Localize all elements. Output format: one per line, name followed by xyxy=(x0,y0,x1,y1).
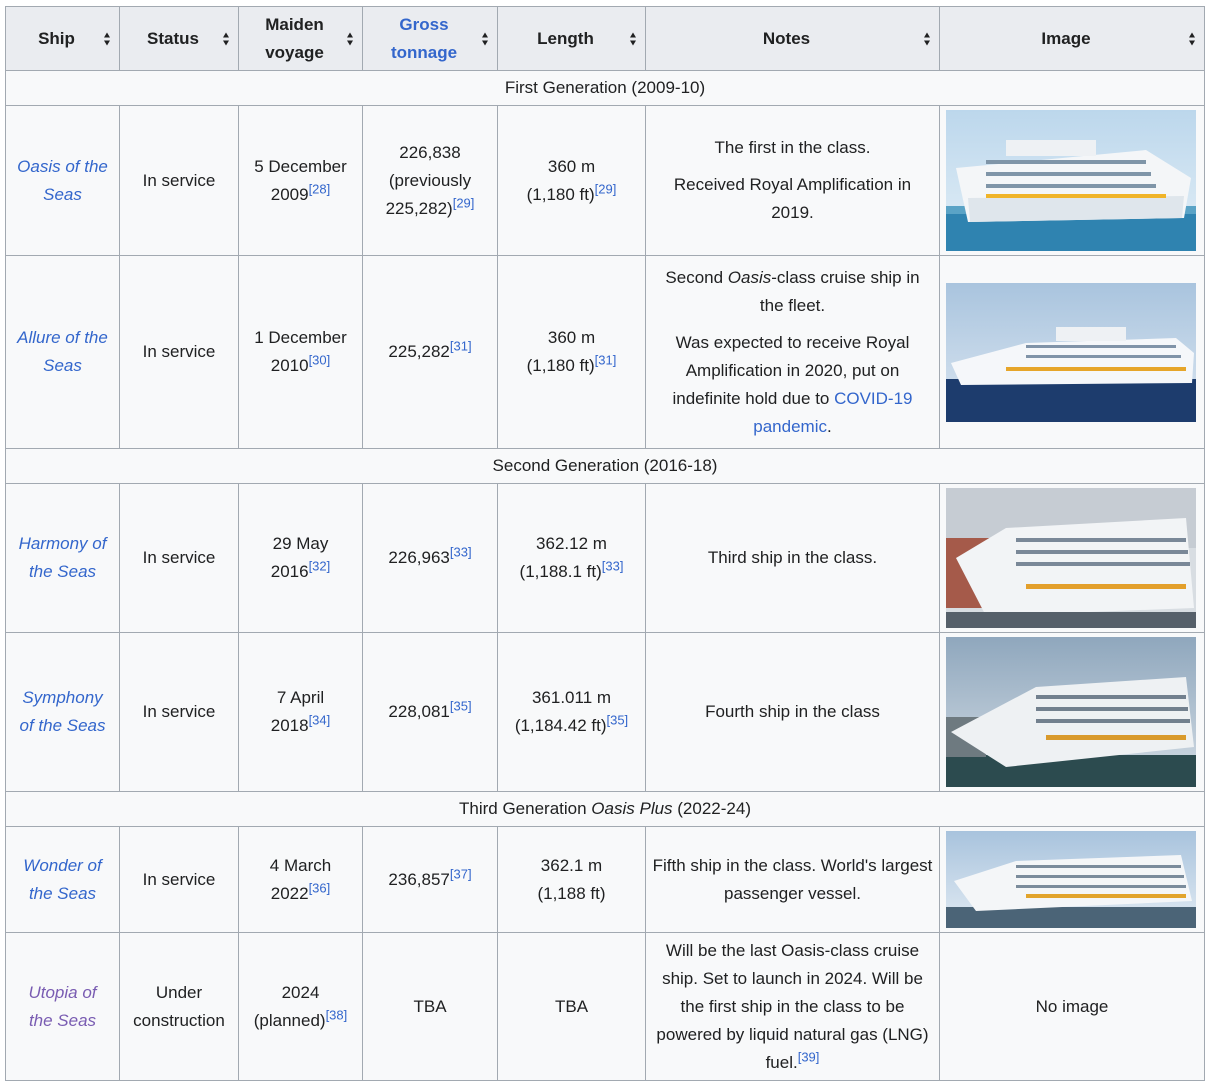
sort-icon[interactable] xyxy=(1189,32,1196,45)
sort-icon[interactable] xyxy=(924,32,931,45)
reference-link[interactable]: [31] xyxy=(450,338,472,353)
reference-link[interactable]: [34] xyxy=(309,712,331,727)
gross-tonnage-cell: TBA xyxy=(362,932,498,1081)
status-cell: In service xyxy=(119,483,239,633)
ship-link-wonder[interactable]: Wonder of the Seas xyxy=(23,856,101,903)
ship-link-utopia[interactable]: Utopia of the Seas xyxy=(28,983,96,1030)
notes-cell: The first in the class. Received Royal Am… xyxy=(645,105,940,256)
status-cell: In service xyxy=(119,255,239,449)
header-image[interactable]: Image xyxy=(939,6,1205,71)
reference-link[interactable]: [35] xyxy=(606,712,628,727)
table-row: Oasis of the Seas In service 5 December 20… xyxy=(5,105,1205,256)
length-cell: 362.12 m (1,188.1 ft)[33] xyxy=(497,483,646,633)
maiden-voyage-cell: 7 April 2018[34] xyxy=(238,632,363,792)
header-maiden-voyage[interactable]: Maiden voyage xyxy=(238,6,363,71)
notes-cell: Fifth ship in the class. World's largest… xyxy=(645,826,940,933)
header-ship[interactable]: Ship xyxy=(5,6,120,71)
reference-link[interactable]: [37] xyxy=(450,866,472,881)
gross-tonnage-link[interactable]: Gross tonnage xyxy=(391,15,457,62)
ship-name-cell: Wonder of the Seas xyxy=(5,826,120,933)
header-length[interactable]: Length xyxy=(497,6,646,71)
status-cell: In service xyxy=(119,632,239,792)
reference-link[interactable]: [33] xyxy=(602,558,624,573)
maiden-voyage-cell: 29 May 2016[32] xyxy=(238,483,363,633)
status-cell: In service xyxy=(119,826,239,933)
reference-link[interactable]: [30] xyxy=(309,352,331,367)
ship-name-cell: Oasis of the Seas xyxy=(5,105,120,256)
length-cell: 362.1 m (1,188 ft) xyxy=(497,826,646,933)
header-gross-tonnage[interactable]: Gross tonnage xyxy=(362,6,498,71)
sort-icon[interactable] xyxy=(347,32,354,45)
reference-link[interactable]: [28] xyxy=(309,181,331,196)
table-row: Utopia of the Seas Under construction 2024… xyxy=(5,932,1205,1081)
reference-link[interactable]: [35] xyxy=(450,698,472,713)
gross-tonnage-cell: 226,838 (previously 225,282)[29] xyxy=(362,105,498,256)
generation-row: First Generation (2009-10) xyxy=(5,70,1205,106)
ship-photo-wonder[interactable] xyxy=(946,831,1196,928)
header-notes[interactable]: Notes xyxy=(645,6,940,71)
reference-link[interactable]: [38] xyxy=(326,1007,348,1022)
generation-label: Third Generation Oasis Plus (2022-24) xyxy=(5,791,1205,827)
table-row: Allure of the Seas In service 1 December 2… xyxy=(5,255,1205,449)
sort-icon[interactable] xyxy=(630,32,637,45)
image-cell xyxy=(939,105,1205,256)
status-cell: Under construction xyxy=(119,932,239,1081)
ship-name-cell: Utopia of the Seas xyxy=(5,932,120,1081)
ship-link-allure[interactable]: Allure of the Seas xyxy=(17,328,108,375)
image-cell xyxy=(939,632,1205,792)
ship-link-harmony[interactable]: Harmony of the Seas xyxy=(19,534,107,581)
maiden-voyage-cell: 1 December 2010[30] xyxy=(238,255,363,449)
gross-tonnage-cell: 236,857[37] xyxy=(362,826,498,933)
length-cell: 361.011 m (1,184.42 ft)[35] xyxy=(497,632,646,792)
reference-link[interactable]: [32] xyxy=(309,558,331,573)
maiden-voyage-cell: 5 December 2009[28] xyxy=(238,105,363,256)
reference-link[interactable]: [29] xyxy=(453,195,475,210)
ship-photo-allure[interactable] xyxy=(946,282,1196,422)
notes-cell: Third ship in the class. xyxy=(645,483,940,633)
gross-tonnage-cell: 226,963[33] xyxy=(362,483,498,633)
header-status[interactable]: Status xyxy=(119,6,239,71)
reference-link[interactable]: [31] xyxy=(595,352,617,367)
reference-link[interactable]: [33] xyxy=(450,544,472,559)
ship-name-cell: Symphony of the Seas xyxy=(5,632,120,792)
ship-name-cell: Harmony of the Seas xyxy=(5,483,120,633)
header-row: Ship Status Maiden voyage Gross tonnage Le… xyxy=(5,6,1205,71)
ship-photo-harmony[interactable] xyxy=(946,488,1196,628)
maiden-voyage-cell: 4 March 2022[36] xyxy=(238,826,363,933)
reference-link[interactable]: [39] xyxy=(798,1049,820,1064)
image-cell: No image xyxy=(939,932,1205,1081)
ship-class-table: Ship Status Maiden voyage Gross tonnage Le… xyxy=(5,6,1205,1081)
ship-link-symphony[interactable]: Symphony of the Seas xyxy=(19,688,105,735)
reference-link[interactable]: [36] xyxy=(309,880,331,895)
ship-photo-symphony[interactable] xyxy=(946,637,1196,787)
reference-link[interactable]: [29] xyxy=(595,181,617,196)
notes-cell: Second Oasis-class cruise ship in the fl… xyxy=(645,255,940,449)
ship-photo-oasis[interactable] xyxy=(946,110,1196,251)
image-cell xyxy=(939,826,1205,933)
ship-name-cell: Allure of the Seas xyxy=(5,255,120,449)
length-cell: 360 m (1,180 ft)[31] xyxy=(497,255,646,449)
notes-cell: Fourth ship in the class xyxy=(645,632,940,792)
sort-icon[interactable] xyxy=(104,32,111,45)
image-cell xyxy=(939,255,1205,449)
table-row: Harmony of the Seas In service 29 May 2016… xyxy=(5,483,1205,633)
sort-icon[interactable] xyxy=(482,32,489,45)
ship-link-oasis[interactable]: Oasis of the Seas xyxy=(17,157,108,204)
generation-label: First Generation (2009-10) xyxy=(5,70,1205,106)
status-cell: In service xyxy=(119,105,239,256)
image-cell xyxy=(939,483,1205,633)
table-row: Wonder of the Seas In service 4 March 2022… xyxy=(5,826,1205,933)
generation-row: Second Generation (2016-18) xyxy=(5,448,1205,484)
generation-label: Second Generation (2016-18) xyxy=(5,448,1205,484)
table-row: Symphony of the Seas In service 7 April 20… xyxy=(5,632,1205,792)
length-cell: 360 m (1,180 ft)[29] xyxy=(497,105,646,256)
maiden-voyage-cell: 2024 (planned)[38] xyxy=(238,932,363,1081)
gross-tonnage-cell: 225,282[31] xyxy=(362,255,498,449)
generation-row: Third Generation Oasis Plus (2022-24) xyxy=(5,791,1205,827)
length-cell: TBA xyxy=(497,932,646,1081)
sort-icon[interactable] xyxy=(223,32,230,45)
notes-cell: Will be the last Oasis-class cruise ship… xyxy=(645,932,940,1081)
gross-tonnage-cell: 228,081[35] xyxy=(362,632,498,792)
